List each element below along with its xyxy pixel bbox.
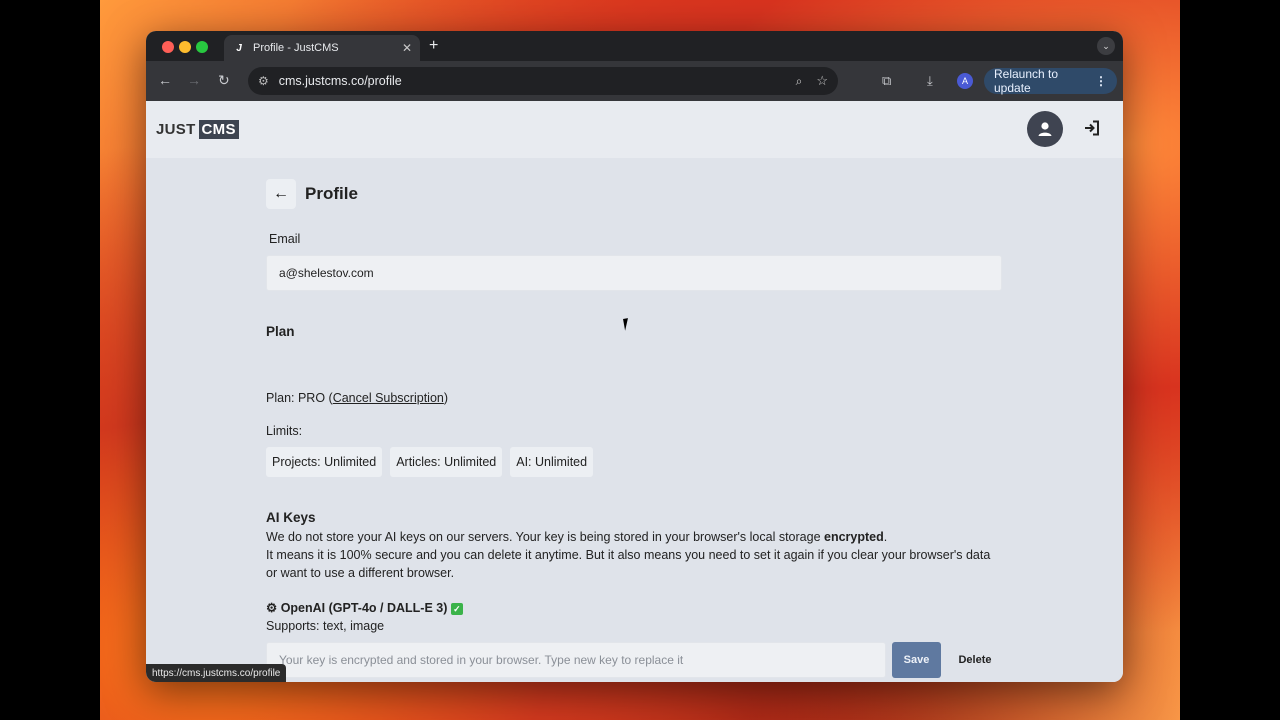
browser-window: J Profile - JustCMS ✕ + ⌄ ← → ↻ ⚙ cms.ju… (146, 31, 1123, 682)
zoom-icon[interactable]: ⌕ (796, 74, 803, 89)
justcms-favicon-icon: J (236, 42, 242, 54)
openai-icon: ⚙ (266, 601, 278, 615)
relaunch-button[interactable]: Relaunch to update ⋮ (984, 67, 1117, 95)
limit-chip-ai: AI: Unlimited (510, 447, 594, 477)
reload-icon[interactable]: ↻ (218, 72, 230, 89)
extensions-puzzle-icon[interactable]: ⧉ (882, 73, 891, 89)
supports-text: Supports: text, image (266, 619, 385, 633)
provider-name: OpenAI (GPT-4o / DALL-E 3) (280, 601, 448, 615)
user-icon (1038, 122, 1052, 136)
status-bar-url: https://cms.justcms.co/profile (146, 664, 287, 682)
limit-chip-articles: Articles: Unlimited (390, 447, 503, 477)
plan-heading: Plan (266, 324, 295, 339)
profile-page: ← Profile Email a@shelestov.com Plan Pla… (146, 158, 1123, 682)
back-button[interactable]: ← (266, 179, 296, 209)
page-title: Profile (305, 184, 358, 203)
justcms-logo[interactable]: JUST CMS (156, 120, 239, 139)
chevron-down-icon[interactable]: ⌄ (1097, 37, 1115, 55)
logo-cms: CMS (198, 120, 239, 139)
limits-label: Limits: (266, 424, 303, 438)
check-mark-icon: ✓ (450, 602, 463, 615)
cancel-subscription-link[interactable]: Cancel Subscription (333, 391, 444, 405)
app-header: JUST CMS (146, 101, 1123, 158)
profile-avatar[interactable]: A (957, 73, 973, 89)
plan-line: Plan: PRO (Cancel Subscription) (266, 389, 448, 407)
browser-toolbar: ← → ↻ ⚙ cms.justcms.co/profile ⌕ ☆ ⧉ ⤓ A… (146, 61, 1123, 101)
new-tab-icon[interactable]: + (429, 37, 438, 55)
provider-openai: ⚙ OpenAI (GPT-4o / DALL-E 3) ✓ (266, 599, 463, 617)
email-label: Email (269, 232, 301, 246)
tab-title: Profile - JustCMS (253, 42, 339, 54)
tab-profile[interactable]: J Profile - JustCMS ✕ (224, 35, 420, 61)
arrow-left-icon: ← (273, 185, 289, 202)
delete-key-button[interactable]: Delete (951, 642, 999, 678)
save-key-button[interactable]: Save (892, 642, 941, 678)
tab-bar: J Profile - JustCMS ✕ + ⌄ (146, 31, 1123, 61)
site-settings-icon[interactable]: ⚙ (258, 74, 269, 88)
email-field[interactable]: a@shelestov.com (266, 255, 1002, 291)
desc-text-2: It means it is 100% secure and you can d… (266, 548, 991, 580)
api-key-input[interactable]: Your key is encrypted and stored in your… (266, 642, 886, 678)
ai-keys-description: We do not store your AI keys on our serv… (266, 528, 996, 582)
api-key-placeholder: Your key is encrypted and stored in your… (279, 653, 684, 667)
address-bar[interactable]: ⚙ cms.justcms.co/profile ⌕ ☆ (248, 67, 838, 95)
maximize-window-button[interactable] (196, 41, 208, 53)
relaunch-label: Relaunch to update (994, 67, 1059, 95)
close-window-button[interactable] (162, 41, 174, 53)
forward-arrow-icon[interactable]: → (187, 72, 201, 88)
plan-text: Plan: PRO ( (266, 391, 333, 405)
close-tab-icon[interactable]: ✕ (402, 41, 412, 55)
desc-period: . (883, 530, 888, 544)
minimize-window-button[interactable] (179, 41, 191, 53)
desc-text: We do not store your AI keys on our serv… (266, 530, 824, 544)
limit-chip-projects: Projects: Unlimited (266, 447, 383, 477)
download-icon[interactable]: ⤓ (927, 73, 933, 89)
back-arrow-icon[interactable]: ← (158, 72, 172, 88)
plan-text-suffix: ) (443, 391, 449, 405)
bookmark-star-icon[interactable]: ☆ (816, 73, 828, 89)
mouse-cursor (623, 317, 635, 331)
email-value: a@shelestov.com (279, 266, 374, 280)
url-text: cms.justcms.co/profile (278, 74, 402, 88)
more-menu-icon[interactable]: ⋮ (1095, 74, 1107, 88)
sign-in-icon[interactable] (1084, 120, 1100, 141)
logo-just: JUST (156, 121, 196, 138)
desc-bold: encrypted (824, 530, 884, 544)
ai-keys-heading: AI Keys (266, 510, 316, 525)
user-account-button[interactable] (1027, 111, 1063, 147)
limits-list: Projects: Unlimited Articles: Unlimited … (266, 447, 594, 477)
